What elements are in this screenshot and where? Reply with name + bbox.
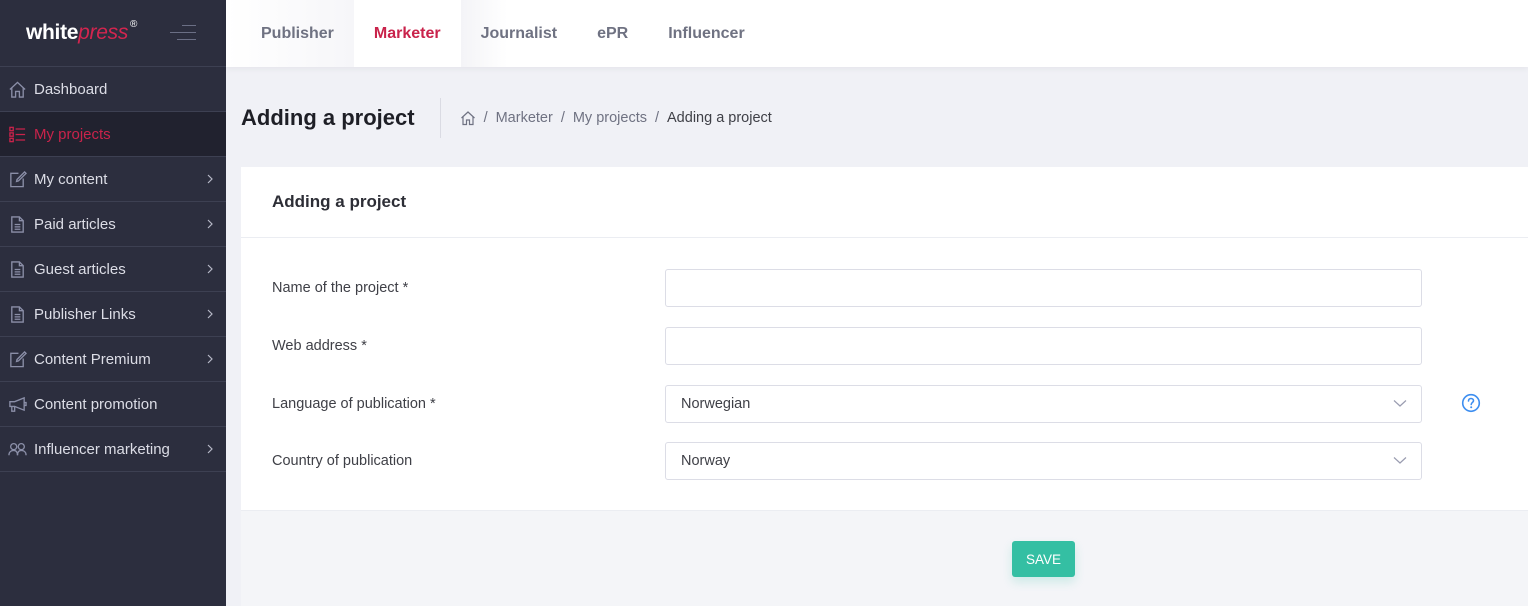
card-title: Adding a project	[272, 192, 407, 211]
sidebar-item-label: Content promotion	[34, 395, 158, 413]
breadcrumb-separator: /	[654, 110, 660, 126]
language-selected-value: Norwegian	[681, 396, 751, 412]
project-name-input[interactable]	[665, 269, 1422, 307]
edit-icon	[7, 349, 27, 369]
sidebar-item-content-premium[interactable]: Content Premium	[0, 337, 226, 382]
registered-mark: ®	[130, 19, 138, 30]
chevron-right-icon	[206, 354, 214, 364]
menu-toggle-icon[interactable]	[170, 25, 196, 41]
sidebar-item-my-projects[interactable]: My projects	[0, 112, 226, 157]
tab-journalist[interactable]: Journalist	[460, 0, 578, 67]
breadcrumb-my-projects[interactable]: My projects	[573, 110, 647, 126]
form-row-country: Country of publication Norway	[241, 442, 1528, 480]
chevron-down-icon	[1393, 400, 1407, 407]
tab-publisher[interactable]: Publisher	[226, 0, 354, 67]
chevron-right-icon	[206, 219, 214, 229]
sidebar-item-content-promotion[interactable]: Content promotion	[0, 382, 226, 427]
document-icon	[7, 214, 27, 234]
sidebar-item-my-content[interactable]: My content	[0, 157, 226, 202]
sidebar-item-label: Paid articles	[34, 215, 116, 233]
sidebar: white press ® Dashboard My projects My c…	[0, 0, 226, 606]
country-label: Country of publication	[272, 453, 413, 469]
sidebar-item-publisher-links[interactable]: Publisher Links	[0, 292, 226, 337]
home-icon	[7, 79, 27, 99]
help-icon[interactable]	[1461, 393, 1481, 413]
language-label: Language of publication *	[272, 396, 436, 412]
tab-influencer[interactable]: Influencer	[648, 0, 764, 67]
megaphone-icon	[7, 394, 27, 414]
form-row-language: Language of publication * Norwegian	[241, 385, 1528, 423]
brand-header: white press ®	[0, 0, 226, 67]
chevron-right-icon	[206, 444, 214, 454]
breadcrumb-current[interactable]: Adding a project	[667, 110, 772, 126]
chevron-right-icon	[206, 174, 214, 184]
sidebar-item-label: Guest articles	[34, 260, 126, 278]
top-navigation: Publisher Marketer Journalist ePR Influe…	[226, 0, 1528, 67]
sidebar-item-guest-articles[interactable]: Guest articles	[0, 247, 226, 292]
sidebar-item-influencer-marketing[interactable]: Influencer marketing	[0, 427, 226, 472]
chevron-down-icon	[1393, 457, 1407, 464]
country-selected-value: Norway	[681, 453, 731, 469]
chevron-right-icon	[206, 264, 214, 274]
country-select[interactable]: Norway	[665, 442, 1422, 480]
sidebar-item-label: My projects	[34, 125, 111, 143]
project-form-card: Adding a project Name of the project * W…	[241, 167, 1528, 606]
card-header: Adding a project	[241, 167, 1528, 238]
subheader: Adding a project / Marketer / My project…	[241, 96, 772, 140]
save-button[interactable]: SAVE	[1012, 541, 1075, 577]
logo-text-white: white	[26, 21, 79, 44]
project-form: Name of the project * Web address * Lang…	[241, 238, 1528, 511]
form-row-project-name: Name of the project *	[241, 269, 1528, 307]
sidebar-nav: Dashboard My projects My content Paid ar…	[0, 67, 226, 472]
list-icon	[7, 124, 27, 144]
whitepress-logo[interactable]: white press ®	[26, 19, 138, 45]
document-icon	[7, 304, 27, 324]
users-icon	[7, 439, 27, 459]
sidebar-item-dashboard[interactable]: Dashboard	[0, 67, 226, 112]
sidebar-item-label: My content	[34, 170, 108, 188]
sidebar-item-label: Dashboard	[34, 80, 108, 98]
breadcrumb-separator: /	[560, 110, 565, 126]
form-row-web-address: Web address *	[241, 327, 1528, 365]
language-select[interactable]: Norwegian	[665, 385, 1422, 423]
sidebar-item-label: Publisher Links	[34, 305, 136, 323]
sidebar-item-label: Influencer marketing	[34, 440, 170, 458]
breadcrumb-separator: /	[483, 110, 488, 126]
page-title: Adding a project	[241, 98, 441, 138]
logo-text-press: press	[78, 21, 129, 44]
project-name-label: Name of the project *	[272, 280, 409, 296]
breadcrumb-marketer[interactable]: Marketer	[496, 110, 553, 126]
tab-epr[interactable]: ePR	[577, 0, 648, 67]
document-icon	[7, 259, 27, 279]
sidebar-item-label: Content Premium	[34, 350, 151, 368]
edit-icon	[7, 169, 27, 189]
sidebar-item-paid-articles[interactable]: Paid articles	[0, 202, 226, 247]
home-icon[interactable]	[460, 110, 476, 126]
web-address-input[interactable]	[665, 327, 1422, 365]
breadcrumb: / Marketer / My projects / Adding a proj…	[441, 110, 772, 126]
card-footer: SAVE	[241, 511, 1528, 606]
tab-marketer[interactable]: Marketer	[353, 0, 461, 67]
chevron-right-icon	[206, 309, 214, 319]
web-address-label: Web address *	[272, 338, 367, 354]
